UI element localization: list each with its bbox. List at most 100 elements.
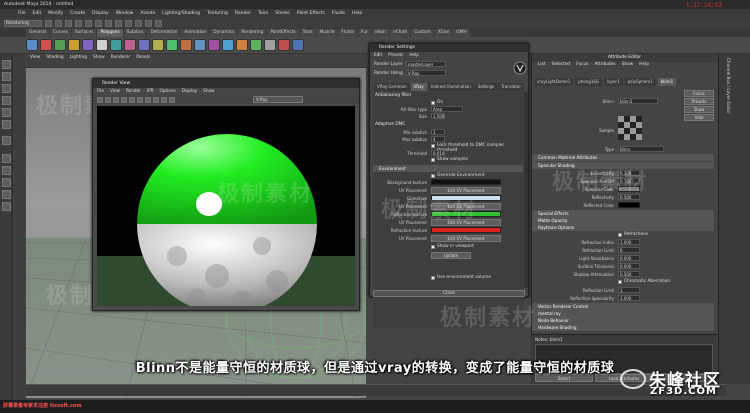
threshold-field[interactable]: 0.010 xyxy=(431,150,445,156)
tab-translator[interactable]: Translator xyxy=(498,83,525,91)
shelf-tool-icon[interactable] xyxy=(68,39,80,51)
layout-single-icon[interactable] xyxy=(2,154,11,163)
alpha-channel-icon[interactable] xyxy=(145,96,151,103)
aa-filter-on-checkbox[interactable] xyxy=(431,101,435,105)
rs-menu-presets[interactable]: Presets xyxy=(388,52,403,59)
snap-grid-icon[interactable] xyxy=(105,19,112,27)
rv-menu-render[interactable]: Render xyxy=(126,88,141,95)
show-manipulator-icon[interactable] xyxy=(2,136,11,145)
node-tab-polysphere[interactable]: polySphere1 xyxy=(624,78,656,86)
rv-menu-display[interactable]: Display xyxy=(182,88,197,95)
layout-outliner-icon[interactable] xyxy=(2,190,11,199)
shelf-tab-nhair[interactable]: nHair xyxy=(371,29,390,37)
ae-menu-focus[interactable]: Focus xyxy=(576,62,588,70)
show-samples-checkbox[interactable] xyxy=(431,158,435,162)
select-hierarchy-icon[interactable] xyxy=(75,19,82,27)
rv-menu-file[interactable]: File xyxy=(97,88,104,95)
rs-menu-edit[interactable]: Edit xyxy=(374,52,382,59)
select-component-icon[interactable] xyxy=(95,19,102,27)
node-tab-layer[interactable]: layer1 xyxy=(604,78,623,86)
tab-indirect-illumination[interactable]: Indirect Illumination xyxy=(427,83,474,91)
shadow-attenuation-field[interactable]: 0.500 xyxy=(618,271,640,277)
shelf-tool-icon[interactable] xyxy=(222,39,234,51)
shelf-tab-fur[interactable]: Fur xyxy=(357,29,371,37)
menu-lighting-shading[interactable]: Lighting/Shading xyxy=(162,11,200,16)
ipr-icon[interactable] xyxy=(105,96,111,103)
show-in-viewport-checkbox[interactable] xyxy=(431,245,435,249)
remove-image-icon[interactable] xyxy=(169,96,175,103)
shelf-tool-icon[interactable] xyxy=(278,39,290,51)
hardware-shading-section[interactable]: Hardware Shading xyxy=(532,324,714,331)
shelf-tool-icon[interactable] xyxy=(54,39,66,51)
common-material-section[interactable]: Common Material Attributes xyxy=(532,154,714,161)
new-scene-icon[interactable] xyxy=(45,19,52,27)
mental-ray-section[interactable]: mental ray xyxy=(532,310,714,317)
shelf-tool-icon[interactable] xyxy=(82,39,94,51)
select-object-icon[interactable] xyxy=(85,19,92,27)
rotate-tool-icon[interactable] xyxy=(2,108,11,117)
snapshot-icon[interactable] xyxy=(129,96,135,103)
save-scene-icon[interactable] xyxy=(65,19,72,27)
environment-section[interactable]: Environment xyxy=(373,165,523,172)
render-settings-scrollbar[interactable] xyxy=(524,92,528,288)
matte-opacity-section[interactable]: Matte Opacity xyxy=(532,217,714,224)
refraction-limit-field[interactable]: 6 xyxy=(618,247,640,253)
shelf-tab-gmh[interactable]: GMH xyxy=(453,29,470,37)
special-effects-section[interactable]: Special Effects xyxy=(532,210,714,217)
shelf-tab-curves[interactable]: Curves xyxy=(49,29,71,37)
render-region-icon[interactable] xyxy=(121,96,127,103)
shelf-tool-icon[interactable] xyxy=(26,39,38,51)
layout-four-icon[interactable] xyxy=(2,166,11,175)
menu-fluids[interactable]: Fluids xyxy=(332,11,345,16)
refractive-index-field[interactable]: 1.000 xyxy=(618,239,640,245)
viewport-menu-view[interactable]: View xyxy=(30,55,40,60)
blinn-name-field[interactable]: blinn1 xyxy=(618,98,658,104)
light-absorbance-field[interactable]: 0.000 xyxy=(618,255,640,261)
size-field[interactable]: 1.500 xyxy=(431,113,445,119)
refraction-edit-uv-button[interactable]: Edit UV Placement xyxy=(431,235,501,242)
presets-button[interactable]: Presets xyxy=(684,98,714,105)
tab-vray[interactable]: VRay xyxy=(410,83,427,91)
viewport-menu-lighting[interactable]: Lighting xyxy=(70,55,87,60)
viewport-menu-panels[interactable]: Panels xyxy=(136,55,150,60)
shelf-tool-icon[interactable] xyxy=(208,39,220,51)
shelf-tab-xgen[interactable]: XGen xyxy=(434,29,453,37)
min-subdivs-field[interactable]: 1 xyxy=(431,129,445,135)
rv-menu-view[interactable]: View xyxy=(110,88,120,95)
menu-assets[interactable]: Assets xyxy=(140,11,155,16)
shelf-tool-icon[interactable] xyxy=(194,39,206,51)
surface-thickness-field[interactable]: 0.000 xyxy=(618,263,640,269)
shelf-tab-subdivs[interactable]: Subdivs xyxy=(123,29,147,37)
vector-renderer-section[interactable]: Vector Renderer Control xyxy=(532,303,714,310)
render-camera-select[interactable]: V-Ray xyxy=(253,96,303,103)
hide-button[interactable]: Hide xyxy=(684,114,714,121)
override-environment-checkbox[interactable] xyxy=(431,174,435,178)
menu-window[interactable]: Window xyxy=(116,11,134,16)
snap-curve-icon[interactable] xyxy=(115,19,122,27)
focus-button[interactable]: Focus xyxy=(684,90,714,97)
shelf-tab-ncloth[interactable]: nCloth xyxy=(390,29,411,37)
shelf-tab-deformation[interactable]: Deformation xyxy=(147,29,181,37)
update-button[interactable]: Update xyxy=(431,252,471,259)
render-frame-icon[interactable] xyxy=(135,19,142,27)
shelf-tab-fluids[interactable]: Fluids xyxy=(338,29,357,37)
show-button[interactable]: Show xyxy=(684,106,714,113)
shelf-tab-general[interactable]: General xyxy=(26,29,49,37)
ae-menu-help[interactable]: Help xyxy=(639,62,649,70)
snap-point-icon[interactable] xyxy=(125,19,132,27)
lock-threshold-checkbox[interactable] xyxy=(431,144,435,148)
node-tab-phong-sg[interactable]: phong1SG xyxy=(575,78,603,86)
raytrace-options-section[interactable]: Raytrace Options xyxy=(532,224,714,231)
channel-box-tab[interactable]: Channel Box / Layer Editor xyxy=(723,58,731,218)
menu-set-select[interactable]: Rendering xyxy=(4,19,42,27)
layout-two-icon[interactable] xyxy=(2,178,11,187)
ae-menu-list[interactable]: List xyxy=(538,62,546,70)
keep-image-icon[interactable] xyxy=(161,96,167,103)
move-tool-icon[interactable] xyxy=(2,96,11,105)
reflected-color-swatch[interactable] xyxy=(618,202,640,208)
layout-graph-icon[interactable] xyxy=(2,202,11,211)
viewport-menu-renderer[interactable]: Renderer xyxy=(111,55,131,60)
shelf-tab-custom[interactable]: Custom xyxy=(411,29,434,37)
ae-menu-show[interactable]: Show xyxy=(622,62,634,70)
rs-menu-help[interactable]: Help xyxy=(409,52,419,59)
